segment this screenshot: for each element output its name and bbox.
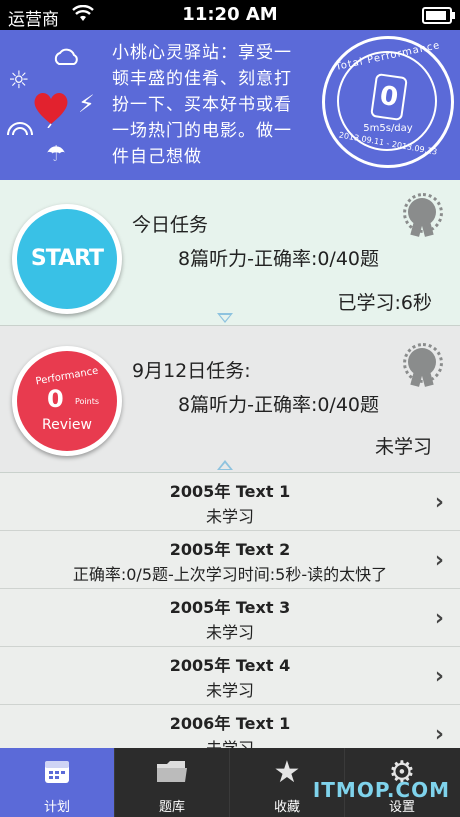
expand-arrow-icon[interactable] bbox=[217, 313, 233, 323]
list-item[interactable]: 2005年 Text 3 未学习 › bbox=[0, 589, 460, 647]
chevron-right-icon: › bbox=[434, 548, 444, 573]
folder-icon bbox=[115, 756, 229, 794]
list-item-subtitle: 未学习 bbox=[205, 681, 254, 700]
award-badge-icon bbox=[403, 193, 443, 237]
tab-plan-label: 计划 bbox=[43, 800, 70, 815]
list-item-title: 2005年 Text 1 bbox=[169, 482, 291, 501]
motivation-banner: ☼ ⚡ ☂ 小桃心灵驿站：享受一顿丰盛的佳肴、刻意打扮一下、买本好书或看一场热门… bbox=[0, 30, 460, 180]
list-item-subtitle: 正确率:0/5题-上次学习时间:5秒-读的太快了 bbox=[72, 565, 388, 584]
review-button-bottom: Review bbox=[42, 417, 92, 433]
list-item-subtitle: 未学习 bbox=[205, 507, 254, 526]
heart-icon bbox=[30, 88, 72, 132]
tab-plan[interactable]: 计划 bbox=[0, 748, 115, 817]
collapse-arrow-icon[interactable] bbox=[217, 460, 233, 470]
seal-value: 0 bbox=[370, 72, 408, 122]
review-button-unit: Points bbox=[75, 397, 100, 406]
list-item-title: 2005年 Text 3 bbox=[169, 598, 291, 617]
chevron-right-icon: › bbox=[434, 606, 444, 631]
sun-rain-icon: ☂ bbox=[46, 142, 66, 167]
today-title: 今日任务 bbox=[132, 214, 209, 236]
review-task-panel[interactable]: Performance 0 Points Review 9月12日任务: 8篇听… bbox=[0, 326, 460, 473]
weather-icons: ☼ ⚡ ☂ bbox=[0, 30, 110, 180]
total-performance-seal: Total Performance 0 5m5s/day 2013.09.11 … bbox=[322, 36, 454, 168]
review-button-top: Performance bbox=[34, 365, 100, 388]
text-list: 2005年 Text 1 未学习 › 2005年 Text 2 正确率:0/5题… bbox=[0, 473, 460, 748]
tab-question-bank[interactable]: 题库 bbox=[115, 748, 230, 817]
list-item[interactable]: 2005年 Text 2 正确率:0/5题-上次学习时间:5秒-读的太快了 › bbox=[0, 531, 460, 589]
list-item[interactable]: 2005年 Text 1 未学习 › bbox=[0, 473, 460, 531]
status-bar: 运营商 11:20 AM bbox=[0, 0, 460, 30]
list-item-subtitle: 未学习 bbox=[205, 623, 254, 642]
chevron-right-icon: › bbox=[434, 664, 444, 689]
start-button[interactable]: START bbox=[12, 204, 122, 314]
lightning-icon: ⚡ bbox=[78, 90, 95, 118]
list-item[interactable]: 2005年 Text 4 未学习 › bbox=[0, 647, 460, 705]
review-button-value: 0 bbox=[47, 385, 64, 413]
review-button[interactable]: Performance 0 Points Review bbox=[12, 346, 122, 456]
chevron-right-icon: › bbox=[434, 490, 444, 515]
review-title: 9月12日任务: bbox=[132, 360, 251, 382]
battery-icon bbox=[422, 7, 455, 24]
banner-quote: 小桃心灵驿站：享受一顿丰盛的佳肴、刻意打扮一下、买本好书或看一场热门的电影。做一… bbox=[112, 43, 292, 167]
watermark: ITMOP.COM bbox=[312, 778, 450, 802]
list-item[interactable]: 2006年 Text 1 未学习 › bbox=[0, 705, 460, 748]
chevron-right-icon: › bbox=[434, 722, 444, 747]
tab-question-bank-label: 题库 bbox=[158, 800, 185, 815]
calendar-icon bbox=[0, 756, 114, 794]
cloud-icon bbox=[52, 48, 80, 70]
review-detail: 8篇听力-正确率:0/40题 bbox=[178, 394, 380, 416]
rainbow-icon bbox=[6, 120, 34, 140]
list-item-title: 2005年 Text 4 bbox=[169, 656, 291, 675]
today-task-panel[interactable]: START 今日任务 8篇听力-正确率:0/40题 已学习:6秒 bbox=[0, 180, 460, 326]
review-status: 未学习 bbox=[374, 436, 432, 458]
today-status: 已学习:6秒 bbox=[337, 292, 433, 314]
today-detail: 8篇听力-正确率:0/40题 bbox=[178, 248, 380, 270]
sun-icon: ☼ bbox=[8, 66, 30, 94]
status-time: 11:20 AM bbox=[182, 4, 278, 25]
award-badge-icon bbox=[403, 343, 443, 387]
list-item-subtitle: 未学习 bbox=[0, 735, 460, 748]
list-item-title: 2005年 Text 2 bbox=[169, 540, 291, 559]
list-item-title: 2006年 Text 1 bbox=[169, 714, 291, 733]
